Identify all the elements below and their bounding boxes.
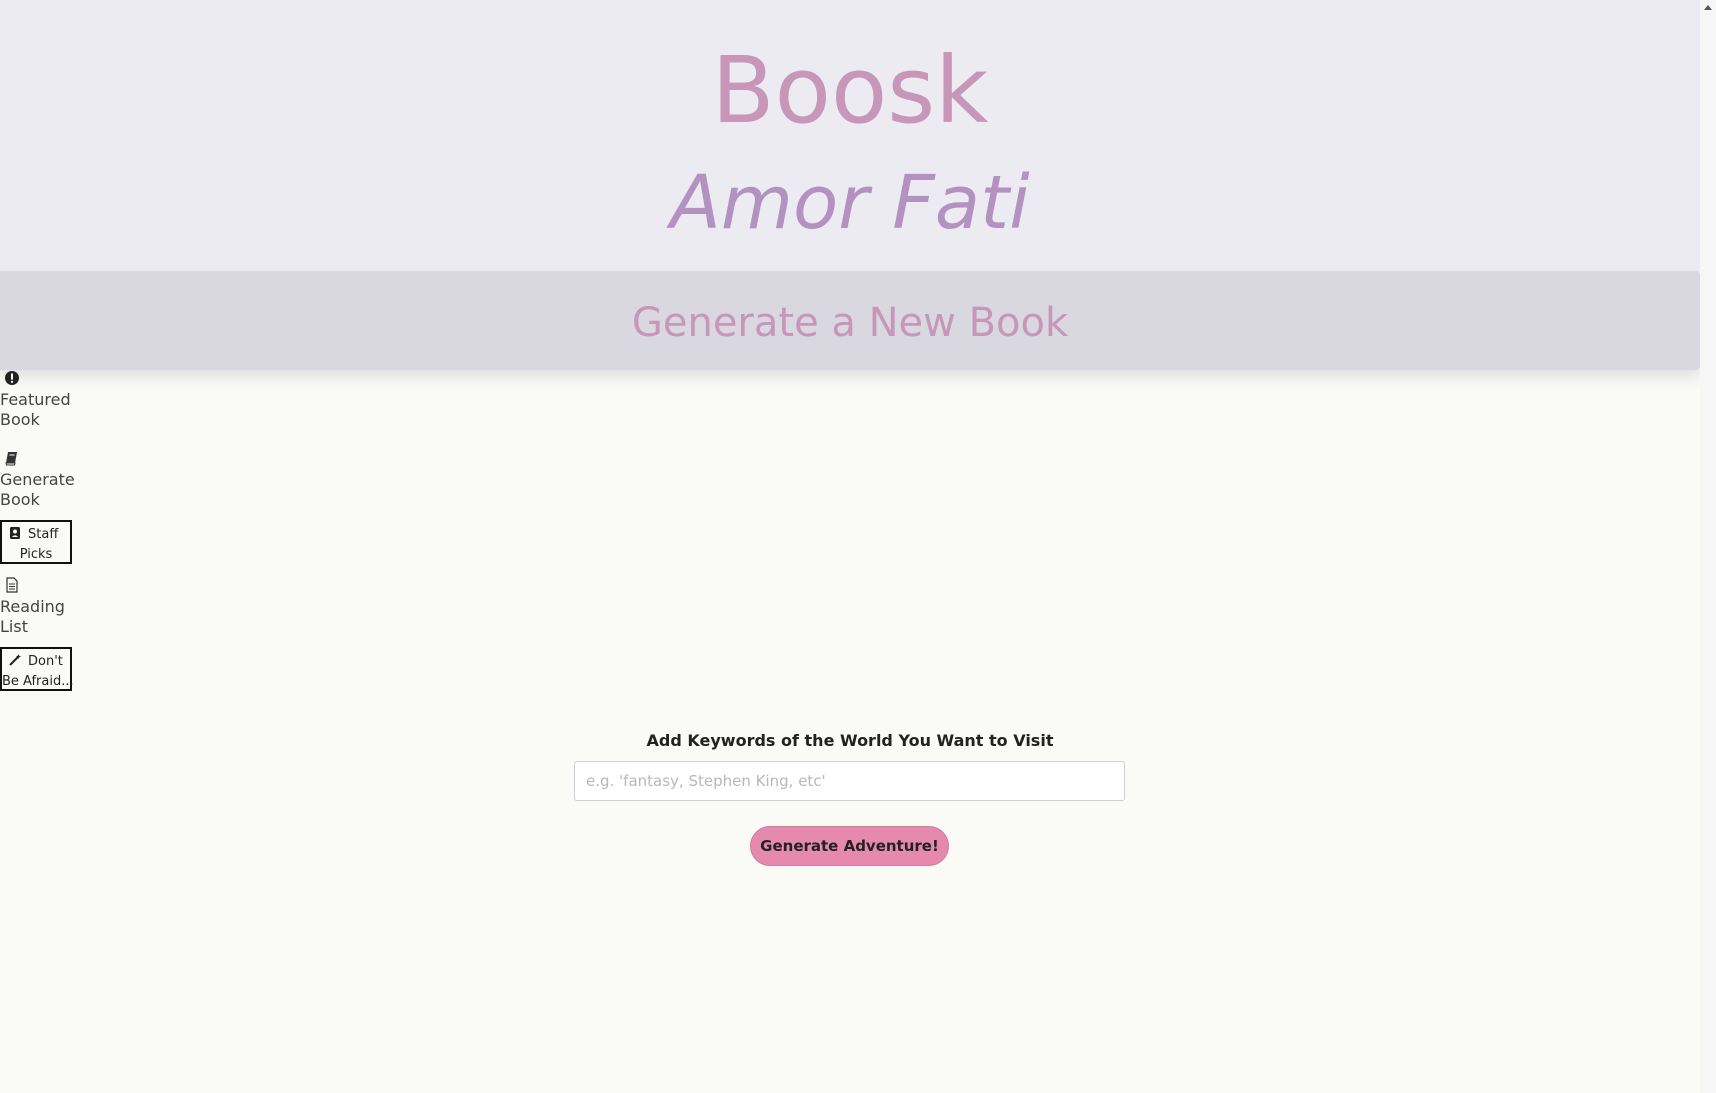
nav-box-row1: Don't [8, 653, 70, 671]
nav-item-label-line2: Picks [19, 547, 53, 562]
book-icon [5, 452, 17, 466]
generate-adventure-button[interactable]: Generate Adventure! [750, 826, 949, 866]
nav-item-label-line2: Be Afraid... [2, 674, 74, 689]
nav-item-featured-book[interactable]: Featured Book [0, 370, 71, 430]
section-banner: Generate a New Book [0, 271, 1700, 370]
brand-title: Boosk [711, 37, 989, 144]
nav-item-staff-picks[interactable]: Staff Picks [0, 520, 72, 564]
nav-item-reading-list[interactable]: Reading List [0, 577, 65, 637]
document-icon [6, 577, 18, 593]
tagline: Amor Fati [670, 160, 1030, 246]
nav-item-dont-be-afraid[interactable]: Don't Be Afraid... [0, 647, 74, 691]
nav-box-row1: Staff [8, 526, 70, 544]
nav-item-label-line1: Featured [0, 390, 71, 409]
section-title: Generate a New Book [631, 300, 1069, 346]
exclamation-circle-icon [5, 371, 19, 385]
scroll-up-arrow-icon[interactable] [1700, 0, 1716, 16]
keywords-input[interactable] [574, 761, 1125, 801]
magic-wand-icon [9, 654, 21, 666]
nav-item-label-line1: Generate [0, 470, 75, 489]
nav-item-label-line2: Book [0, 490, 40, 509]
scrollbar[interactable] [1700, 0, 1716, 1093]
nav-item-label-line1: Don't [28, 654, 63, 669]
nav-item-generate-book[interactable]: Generate Book [0, 450, 75, 510]
nav-item-label-line1: Staff [28, 527, 59, 542]
header: Boosk Amor Fati [0, 0, 1700, 272]
user-badge-icon [10, 527, 20, 539]
keywords-label: Add Keywords of the World You Want to Vi… [646, 731, 1054, 750]
nav-item-label-line2: Book [0, 410, 40, 429]
page: Boosk Amor Fati Generate a New Book Feat… [0, 0, 1716, 1093]
nav-item-label-line1: Reading [0, 597, 65, 616]
nav-item-label-line2: List [0, 617, 28, 636]
